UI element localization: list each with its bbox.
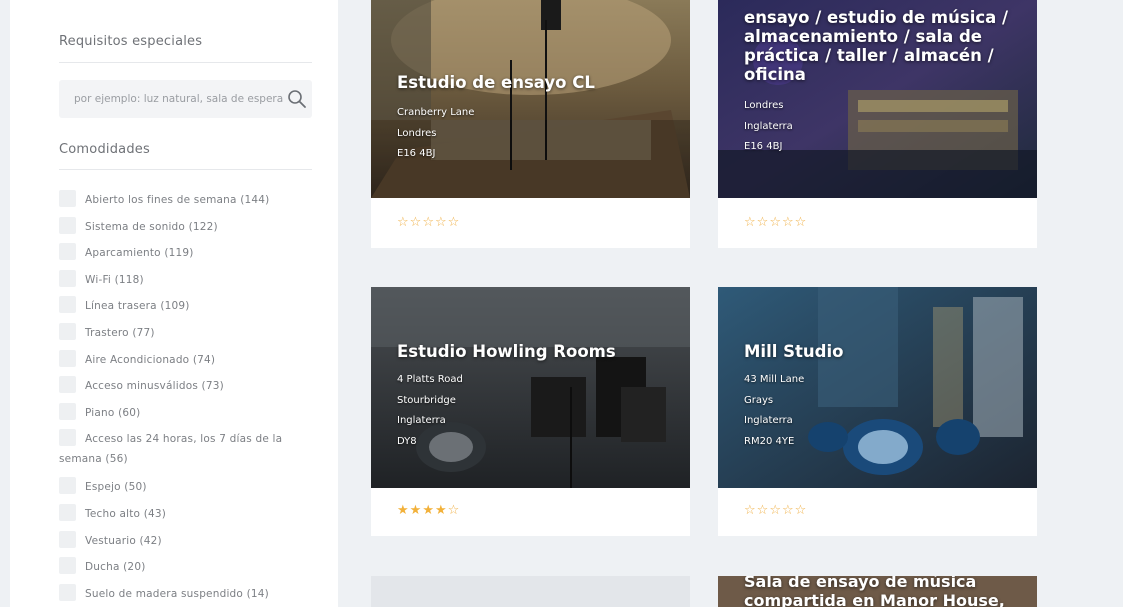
checkbox[interactable] bbox=[59, 583, 76, 601]
special-requirements-heading: Requisitos especiales bbox=[59, 34, 203, 49]
checkbox[interactable] bbox=[59, 530, 76, 548]
star-empty-icon: ☆ bbox=[397, 215, 410, 230]
special-requirements-search bbox=[59, 80, 312, 118]
listing-info: Estudio de ensayo CL Cranberry Lane Lond… bbox=[397, 73, 680, 165]
listing-address: 43 Mill Lane Grays Inglaterra RM20 4YE bbox=[744, 374, 805, 447]
listing-info: Estudio Howling Rooms 4 Platts Road Stou… bbox=[397, 342, 680, 452]
amenity-item[interactable]: Línea trasera (109) bbox=[59, 293, 319, 320]
listing-card[interactable]: Estudio Howling Rooms 4 Platts Road Stou… bbox=[371, 287, 690, 536]
amenity-item[interactable]: Acceso las 24 horas, los 7 días de la se… bbox=[59, 429, 319, 469]
listing-title[interactable]: Mill Studio bbox=[744, 342, 1027, 362]
checkbox[interactable] bbox=[59, 477, 76, 495]
star-filled-icon: ★ bbox=[409, 503, 423, 518]
rating-stars: ★★★★☆ bbox=[397, 503, 460, 518]
star-empty-icon: ☆ bbox=[756, 503, 770, 518]
checkbox[interactable] bbox=[59, 322, 76, 340]
star-filled-icon: ★ bbox=[434, 503, 448, 518]
star-filled-icon: ★ bbox=[422, 503, 435, 518]
star-empty-icon: ☆ bbox=[756, 215, 770, 230]
checkbox[interactable] bbox=[59, 190, 76, 207]
listing-card[interactable]: ensayo / estudio de música / almacenamie… bbox=[718, 0, 1037, 248]
rating-stars: ☆☆☆☆☆ bbox=[744, 503, 807, 518]
divider bbox=[59, 169, 312, 170]
checkbox[interactable] bbox=[59, 503, 76, 521]
star-empty-icon: ☆ bbox=[409, 215, 423, 230]
star-empty-icon: ☆ bbox=[769, 215, 782, 230]
star-empty-icon: ☆ bbox=[434, 215, 448, 230]
listing-title[interactable]: Estudio de ensayo CL bbox=[397, 73, 680, 93]
checkbox[interactable] bbox=[59, 429, 76, 447]
amenity-item[interactable]: Techo alto (43) bbox=[59, 501, 319, 528]
listing-info: ensayo / estudio de música / almacenamie… bbox=[744, 8, 1027, 158]
amenities-list: Abierto los fines de semana (144) Sistem… bbox=[59, 187, 319, 607]
listing-address: 4 Platts Road Stourbridge Inglaterra DY8 bbox=[397, 374, 463, 447]
listing-title[interactable]: ensayo / estudio de música / almacenamie… bbox=[744, 8, 1027, 84]
listing-title[interactable]: Estudio Howling Rooms bbox=[397, 342, 680, 362]
amenity-item[interactable]: Trastero (77) bbox=[59, 320, 319, 347]
listing-card-placeholder bbox=[371, 576, 690, 607]
special-requirements-input[interactable] bbox=[59, 80, 285, 118]
amenity-item[interactable]: Wi-Fi (118) bbox=[59, 267, 319, 294]
star-empty-icon: ☆ bbox=[781, 503, 795, 518]
star-empty-icon: ☆ bbox=[422, 215, 435, 230]
star-empty-icon: ☆ bbox=[744, 215, 757, 230]
star-empty-icon: ☆ bbox=[781, 215, 795, 230]
star-filled-icon: ★ bbox=[397, 503, 410, 518]
amenity-item[interactable]: Vestuario (42) bbox=[59, 528, 319, 555]
checkbox[interactable] bbox=[59, 376, 76, 394]
amenity-item[interactable]: Sistema de sonido (122) bbox=[59, 214, 319, 241]
checkbox[interactable] bbox=[59, 349, 76, 367]
listing-card[interactable]: Sala de ensayo de música compartida en M… bbox=[718, 576, 1037, 607]
filter-sidebar: Requisitos especiales Comodidades Abiert… bbox=[10, 0, 338, 607]
checkbox[interactable] bbox=[59, 216, 76, 234]
checkbox[interactable] bbox=[59, 296, 76, 314]
amenity-item[interactable]: Suelo de madera suspendido (14) bbox=[59, 581, 319, 607]
listing-card[interactable]: Estudio de ensayo CL Cranberry Lane Lond… bbox=[371, 0, 690, 248]
search-icon[interactable] bbox=[287, 89, 307, 109]
amenity-item[interactable]: Piano (60) bbox=[59, 400, 319, 427]
amenity-item[interactable]: Abierto los fines de semana (144) bbox=[59, 187, 319, 214]
listing-info: Sala de ensayo de música compartida en M… bbox=[744, 576, 1027, 607]
listing-info: Mill Studio 43 Mill Lane Grays Inglaterr… bbox=[744, 342, 1027, 452]
amenity-item[interactable]: Espejo (50) bbox=[59, 474, 319, 501]
star-empty-icon: ☆ bbox=[447, 215, 461, 230]
listing-title[interactable]: Sala de ensayo de música compartida en M… bbox=[744, 576, 1027, 607]
listing-card[interactable]: Mill Studio 43 Mill Lane Grays Inglaterr… bbox=[718, 287, 1037, 536]
star-empty-icon: ☆ bbox=[794, 503, 808, 518]
star-empty-icon: ☆ bbox=[794, 215, 808, 230]
listing-address: Cranberry Lane Londres E16 4BJ bbox=[397, 107, 475, 159]
amenity-item[interactable]: Acceso minusválidos (73) bbox=[59, 373, 319, 400]
star-empty-icon: ☆ bbox=[744, 503, 757, 518]
amenity-item[interactable]: Ducha (20) bbox=[59, 554, 319, 581]
checkbox[interactable] bbox=[59, 243, 76, 261]
checkbox[interactable] bbox=[59, 269, 76, 287]
amenities-heading: Comodidades bbox=[59, 142, 150, 157]
amenity-item[interactable]: Aire Acondicionado (74) bbox=[59, 347, 319, 374]
checkbox[interactable] bbox=[59, 557, 76, 575]
rating-stars: ☆☆☆☆☆ bbox=[397, 215, 460, 230]
star-empty-icon: ☆ bbox=[769, 503, 782, 518]
divider bbox=[59, 62, 312, 63]
star-empty-icon: ☆ bbox=[447, 503, 461, 518]
checkbox[interactable] bbox=[59, 402, 76, 420]
rating-stars: ☆☆☆☆☆ bbox=[744, 215, 807, 230]
listing-address: Londres Inglaterra E16 4BJ bbox=[744, 100, 793, 152]
amenity-item[interactable]: Aparcamiento (119) bbox=[59, 240, 319, 267]
